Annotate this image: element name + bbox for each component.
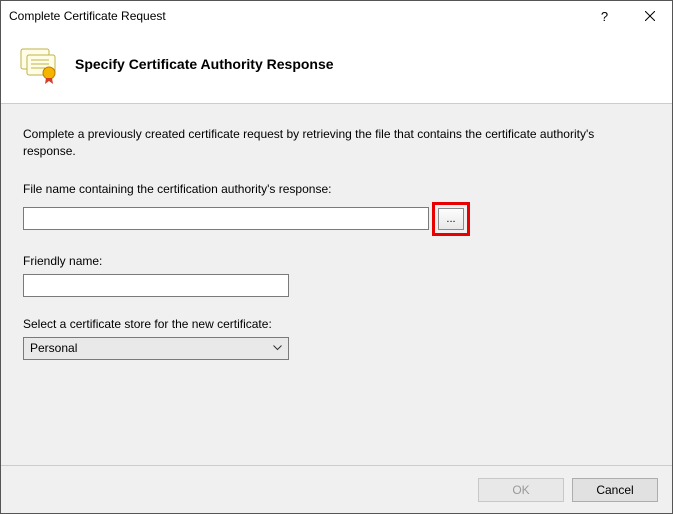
page-title: Specify Certificate Authority Response — [75, 56, 334, 72]
friendly-name-input[interactable] — [23, 274, 289, 297]
dialog-content: Complete a previously created certificat… — [1, 104, 672, 465]
chevron-down-icon — [273, 343, 282, 354]
dialog-header: Specify Certificate Authority Response — [1, 31, 672, 104]
friendly-name-label: Friendly name: — [23, 254, 650, 268]
certificate-store-label: Select a certificate store for the new c… — [23, 317, 650, 331]
dialog-window: Complete Certificate Request ? Specify C… — [0, 0, 673, 514]
help-button[interactable]: ? — [582, 1, 627, 31]
file-name-input[interactable] — [23, 207, 429, 230]
cancel-label: Cancel — [596, 483, 633, 497]
help-icon: ? — [601, 9, 608, 24]
cancel-button[interactable]: Cancel — [572, 478, 658, 502]
dialog-footer: OK Cancel — [1, 465, 672, 513]
file-name-row: ... — [23, 202, 650, 236]
certificate-icon — [19, 43, 61, 85]
browse-highlight: ... — [432, 202, 470, 236]
titlebar: Complete Certificate Request ? — [1, 1, 672, 31]
window-title: Complete Certificate Request — [9, 9, 582, 23]
ok-label: OK — [512, 483, 529, 497]
certificate-store-select[interactable]: Personal — [23, 337, 289, 360]
close-icon — [645, 11, 655, 21]
select-value: Personal — [30, 341, 77, 355]
ok-button[interactable]: OK — [478, 478, 564, 502]
ellipsis-icon: ... — [446, 213, 455, 225]
browse-button[interactable]: ... — [438, 208, 464, 230]
file-name-label: File name containing the certification a… — [23, 182, 650, 196]
close-button[interactable] — [627, 1, 672, 31]
description-text: Complete a previously created certificat… — [23, 126, 638, 160]
